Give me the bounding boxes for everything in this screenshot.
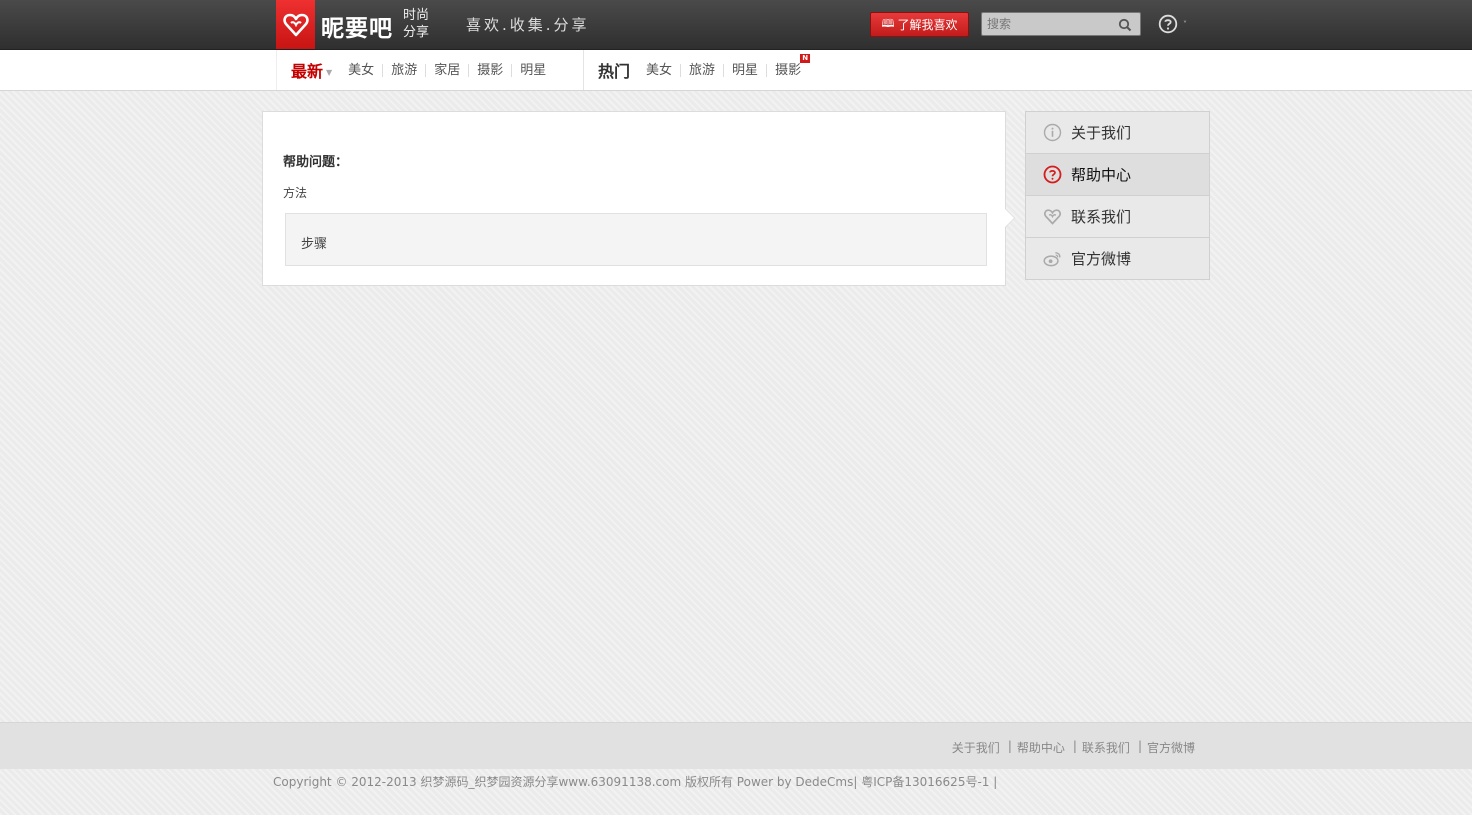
footer-link-about[interactable]: 关于我们 bbox=[952, 739, 1000, 756]
search-icon[interactable] bbox=[1118, 17, 1132, 36]
nav-latest-item[interactable]: 明星 bbox=[511, 63, 554, 77]
nav-hot-item[interactable]: 美女 bbox=[638, 64, 680, 77]
book-icon: 🕮 bbox=[881, 17, 895, 30]
nav-hot-item-label: 摄影 bbox=[775, 62, 802, 78]
footer-separator: | bbox=[1007, 739, 1012, 753]
nav-latest[interactable]: 最新 ▼ bbox=[291, 58, 332, 82]
chevron-down-icon: ˅ bbox=[1183, 19, 1187, 29]
sidebar-item-help[interactable]: 帮助中心 bbox=[1026, 154, 1209, 196]
steps-label: 步骤 bbox=[301, 237, 328, 252]
help-title: 帮助问题： bbox=[283, 155, 349, 170]
search-input[interactable] bbox=[982, 13, 1115, 35]
slogan: 喜欢.收集.分享 bbox=[466, 16, 590, 34]
sidebar-item-label: 关于我们 bbox=[1071, 124, 1132, 142]
heart-logo-icon bbox=[282, 13, 309, 36]
footer-links: 关于我们 | 帮助中心 | 联系我们 | 官方微博 bbox=[952, 739, 1195, 756]
nav-hot-group: 热门 美女 旅游 明星 摄影 N bbox=[583, 50, 811, 90]
sidebar-item-label: 帮助中心 bbox=[1071, 166, 1132, 184]
weibo-icon bbox=[1043, 249, 1062, 268]
question-icon bbox=[1043, 165, 1062, 184]
footer-link-weibo[interactable]: 官方微博 bbox=[1147, 739, 1195, 756]
sidebar-item-label: 官方微博 bbox=[1071, 250, 1132, 268]
copyright: Copyright © 2012-2013 织梦源码_织梦园资源分享www.63… bbox=[273, 775, 998, 789]
search-box bbox=[981, 12, 1141, 36]
new-badge: N bbox=[800, 53, 811, 63]
sidebar-item-contact[interactable]: 联系我们 bbox=[1026, 196, 1209, 238]
heart-icon bbox=[1043, 207, 1062, 226]
caret-down-icon: ▼ bbox=[326, 68, 333, 77]
logo-name[interactable]: 昵要吧 bbox=[321, 9, 393, 43]
logo-mark[interactable] bbox=[276, 0, 315, 49]
footer-link-contact[interactable]: 联系我们 bbox=[1082, 739, 1130, 756]
sidebar-item-weibo[interactable]: 官方微博 bbox=[1026, 238, 1209, 279]
help-content-card: 帮助问题： 方法 步骤 bbox=[262, 111, 1015, 286]
top-bar: 昵要吧 时尚分享 喜欢.收集.分享 🕮 了解我喜欢 ˅ bbox=[0, 0, 1472, 50]
nav-latest-item[interactable]: 美女 bbox=[340, 64, 382, 77]
card-pointer bbox=[1005, 209, 1014, 227]
sidebar-item-label: 联系我们 bbox=[1071, 208, 1132, 226]
nav-latest-item[interactable]: 家居 bbox=[425, 63, 468, 77]
info-icon bbox=[1043, 123, 1062, 142]
help-sidebar: 关于我们 帮助中心 联系我们 官方微博 bbox=[1025, 111, 1210, 280]
nav-latest-item[interactable]: 旅游 bbox=[382, 63, 425, 77]
footer-links-bar: 关于我们 | 帮助中心 | 联系我们 | 官方微博 bbox=[0, 722, 1472, 769]
nav-hot-item[interactable]: 旅游 bbox=[680, 63, 723, 77]
learn-button[interactable]: 🕮 了解我喜欢 bbox=[870, 12, 969, 37]
nav-hot[interactable]: 热门 bbox=[598, 58, 630, 82]
nav-latest-item[interactable]: 摄影 bbox=[468, 63, 511, 77]
steps-box: 步骤 bbox=[285, 213, 987, 266]
learn-button-label: 了解我喜欢 bbox=[897, 18, 958, 32]
category-nav: 最新 ▼ 美女 旅游 家居 摄影 明星 热门 美女 旅游 明星 摄影 N bbox=[0, 50, 1472, 91]
footer-separator: | bbox=[1137, 739, 1142, 753]
nav-hot-item-photo[interactable]: 摄影 N bbox=[766, 53, 811, 78]
question-icon bbox=[1158, 14, 1178, 34]
nav-hot-item[interactable]: 明星 bbox=[723, 63, 766, 77]
footer-separator: | bbox=[1072, 739, 1077, 753]
help-menu[interactable]: ˅ bbox=[1158, 14, 1187, 34]
method-label: 方法 bbox=[283, 186, 308, 200]
footer-link-help[interactable]: 帮助中心 bbox=[1017, 739, 1065, 756]
nav-latest-group: 最新 ▼ 美女 旅游 家居 摄影 明星 bbox=[276, 50, 554, 90]
sidebar-item-about[interactable]: 关于我们 bbox=[1026, 112, 1209, 154]
logo-tagline: 时尚分享 bbox=[403, 8, 430, 40]
